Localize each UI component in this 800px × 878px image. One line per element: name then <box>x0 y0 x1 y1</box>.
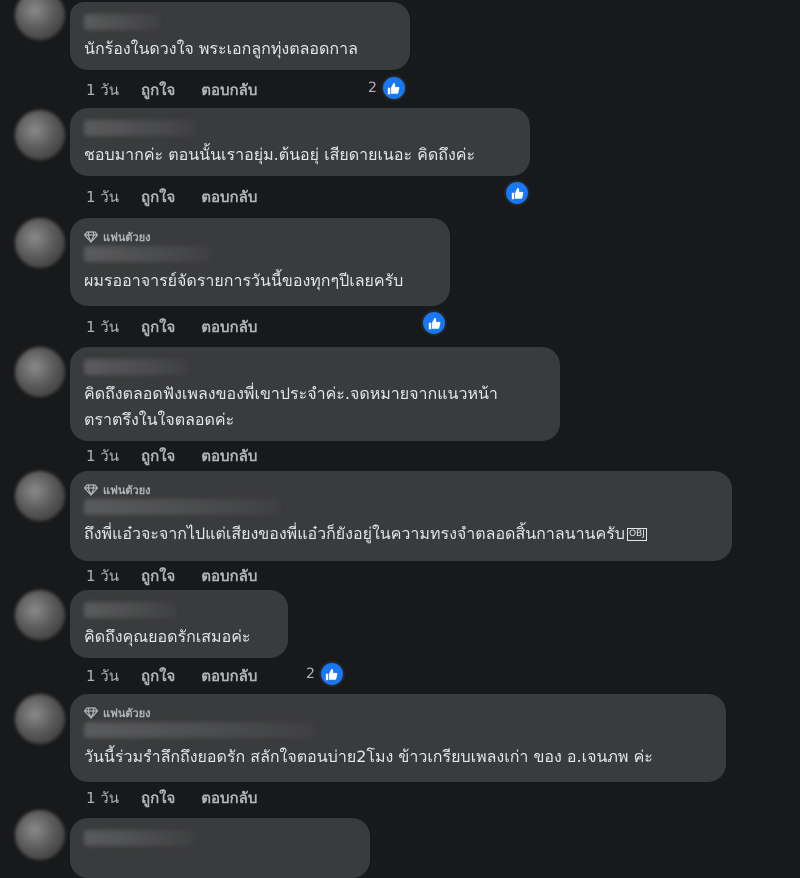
comment-bubble: ชอบมากค่ะ ตอนนั้นเราอยุ่ม.ต้นอยุ่ เสียดา… <box>70 108 530 176</box>
object-placeholder-glyph: OBJ <box>626 528 647 541</box>
top-fan-badge: แฟนตัวยง <box>84 481 718 499</box>
comment-bubble: แฟนตัวยง วันนี้ร่วมรำลึกถึงยอดรัก สลักใจ… <box>70 694 726 782</box>
comment-bubble: คิดถึงคุณยอดรักเสมอค่ะ <box>70 590 288 658</box>
reply-button[interactable]: ตอบกลับ <box>201 444 257 468</box>
reaction-number: 2 <box>306 666 315 682</box>
avatar[interactable] <box>15 810 65 860</box>
like-button[interactable]: ถูกใจ <box>141 786 175 810</box>
comment-actions: 1 วัน ถูกใจ ตอบกลับ <box>86 564 283 588</box>
comment-text: คิดถึงคุณยอดรักเสมอค่ะ <box>84 627 251 646</box>
comment-bubble <box>70 818 370 878</box>
comment-bubble: นักร้องในดวงใจ พระเอกลูกทุ่งตลอดกาล <box>70 2 410 70</box>
comment-time[interactable]: 1 วัน <box>86 664 119 688</box>
avatar[interactable] <box>15 471 65 521</box>
author-name-blurred[interactable] <box>84 722 314 738</box>
reaction-count[interactable] <box>421 310 447 336</box>
reply-button[interactable]: ตอบกลับ <box>201 786 257 810</box>
comment-text: ผมรออาจารย์จัดรายการวันนี้ของทุกๆปีเลยคร… <box>84 271 404 290</box>
reaction-count[interactable]: 2 <box>306 661 345 687</box>
reply-button[interactable]: ตอบกลับ <box>201 315 257 339</box>
reply-button[interactable]: ตอบกลับ <box>201 78 257 102</box>
comment-time[interactable]: 1 วัน <box>86 78 119 102</box>
fan-badge-label: แฟนตัวยง <box>103 231 151 244</box>
reply-button[interactable]: ตอบกลับ <box>201 185 257 209</box>
like-button[interactable]: ถูกใจ <box>141 664 175 688</box>
author-name-blurred[interactable] <box>84 246 210 262</box>
comment-bubble: แฟนตัวยง ถึงพี่แอ๋วจะจากไปแต่เสียงของพี่… <box>70 471 732 561</box>
avatar[interactable] <box>15 110 65 160</box>
comment-text: คิดถึงตลอดฟังเพลงของพี่เขาประจำค่ะ.จดหมา… <box>84 384 498 429</box>
like-reaction-icon <box>421 310 447 336</box>
like-reaction-icon <box>318 661 345 687</box>
comment-actions: 1 วัน ถูกใจ ตอบกลับ <box>86 664 283 688</box>
comment-actions: 1 วัน ถูกใจ ตอบกลับ <box>86 315 283 339</box>
comment-time[interactable]: 1 วัน <box>86 315 119 339</box>
avatar[interactable] <box>15 347 65 397</box>
avatar[interactable] <box>15 0 65 40</box>
like-button[interactable]: ถูกใจ <box>141 185 175 209</box>
comment-actions: 1 วัน ถูกใจ ตอบกลับ <box>86 786 283 810</box>
avatar[interactable] <box>15 694 65 744</box>
comment-time[interactable]: 1 วัน <box>86 444 119 468</box>
comment-text-body: ถึงพี่แอ๋วจะจากไปแต่เสียงของพี่แอ๋วก็ยัง… <box>84 524 625 543</box>
reaction-count[interactable]: 2 <box>368 75 407 101</box>
reply-button[interactable]: ตอบกลับ <box>201 564 257 588</box>
author-name-blurred[interactable] <box>84 499 280 515</box>
comment-actions: 1 วัน ถูกใจ ตอบกลับ <box>86 185 283 209</box>
author-name-blurred[interactable] <box>84 602 176 618</box>
like-reaction-icon <box>504 180 530 206</box>
reaction-number: 2 <box>368 80 377 96</box>
author-name-blurred[interactable] <box>84 120 196 136</box>
top-fan-badge: แฟนตัวยง <box>84 704 712 722</box>
avatar[interactable] <box>15 218 65 268</box>
comment-time[interactable]: 1 วัน <box>86 786 119 810</box>
comment-text: วันนี้ร่วมรำลึกถึงยอดรัก สลักใจตอนบ่าย2โ… <box>84 747 653 766</box>
author-name-blurred[interactable] <box>84 14 160 30</box>
diamond-icon <box>84 231 98 243</box>
like-button[interactable]: ถูกใจ <box>141 315 175 339</box>
comment-actions: 1 วัน ถูกใจ ตอบกลับ <box>86 78 283 102</box>
comment-time[interactable]: 1 วัน <box>86 185 119 209</box>
comment-text: นักร้องในดวงใจ พระเอกลูกทุ่งตลอดกาล <box>84 39 358 58</box>
fan-badge-label: แฟนตัวยง <box>103 484 151 497</box>
comment-time[interactable]: 1 วัน <box>86 564 119 588</box>
comment-text: ชอบมากค่ะ ตอนนั้นเราอยุ่ม.ต้นอยุ่ เสียดา… <box>84 145 476 164</box>
comment-bubble: คิดถึงตลอดฟังเพลงของพี่เขาประจำค่ะ.จดหมา… <box>70 347 560 441</box>
reply-button[interactable]: ตอบกลับ <box>201 664 257 688</box>
like-button[interactable]: ถูกใจ <box>141 78 175 102</box>
author-name-blurred[interactable] <box>84 359 188 375</box>
diamond-icon <box>84 484 98 496</box>
avatar[interactable] <box>15 590 65 640</box>
comment-bubble: แฟนตัวยง ผมรออาจารย์จัดรายการวันนี้ของทุ… <box>70 218 450 306</box>
comment-text: ถึงพี่แอ๋วจะจากไปแต่เสียงของพี่แอ๋วก็ยัง… <box>84 521 718 547</box>
author-name-blurred[interactable] <box>84 830 194 846</box>
reaction-count[interactable] <box>504 180 530 206</box>
diamond-icon <box>84 707 98 719</box>
comment-actions: 1 วัน ถูกใจ ตอบกลับ <box>86 444 283 468</box>
like-button[interactable]: ถูกใจ <box>141 444 175 468</box>
top-fan-badge: แฟนตัวยง <box>84 228 436 246</box>
like-button[interactable]: ถูกใจ <box>141 564 175 588</box>
like-reaction-icon <box>380 75 407 101</box>
fan-badge-label: แฟนตัวยง <box>103 707 151 720</box>
